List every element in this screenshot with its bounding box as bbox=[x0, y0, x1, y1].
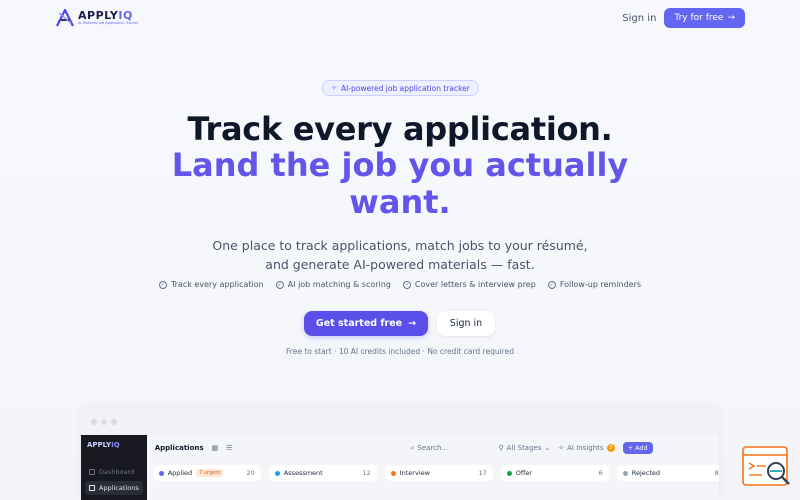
hero-badge: ✧ AI-powered job application tracker bbox=[322, 80, 479, 96]
preview-stages-filter: ⚲ All Stages ⌄ bbox=[498, 444, 551, 452]
preview-ai-insights: ✧ AI Insights 3 bbox=[558, 444, 615, 452]
hero-title-line2: Land the job you actually want. bbox=[171, 146, 629, 221]
feature-item: ✓ Cover letters & interview prep bbox=[402, 280, 536, 289]
kanban-column-interview: Interview 17 bbox=[384, 465, 493, 481]
kanban-column-assessment: Assessment 12 bbox=[268, 465, 377, 481]
window-dot bbox=[111, 418, 117, 425]
urgent-badge: 7 urgent bbox=[196, 469, 224, 477]
preview-main: Applications ▦ ☰ ⌕ Search... ⚲ All Stage… bbox=[146, 435, 719, 500]
status-dot bbox=[274, 470, 280, 476]
status-dot bbox=[506, 470, 512, 476]
kanban-column-offer: Offer 6 bbox=[500, 465, 609, 481]
header-signin-link[interactable]: Sign in bbox=[622, 13, 656, 24]
sparkle-icon: ✧ bbox=[558, 444, 565, 452]
check-circle-icon: ✓ bbox=[402, 280, 411, 289]
status-dot bbox=[622, 470, 628, 476]
preview-add-button: + Add bbox=[622, 442, 653, 454]
check-circle-icon: ✓ bbox=[547, 280, 556, 289]
hero-title-line1: Track every application. bbox=[187, 110, 613, 148]
site-header: APPLYIQ AI-Powered Job Application Track… bbox=[0, 0, 800, 36]
feature-item: ✓ AI job matching & scoring bbox=[275, 280, 391, 289]
chevron-down-icon: ⌄ bbox=[544, 444, 551, 452]
brand-logo[interactable]: APPLYIQ AI-Powered Job Application Track… bbox=[55, 9, 138, 27]
status-dot bbox=[158, 470, 164, 476]
hero-subtitle: One place to track applications, match j… bbox=[212, 238, 588, 272]
check-circle-icon: ✓ bbox=[158, 280, 167, 289]
logo-tagline: AI-Powered Job Application Tracker bbox=[78, 21, 139, 26]
dashboard-icon bbox=[89, 469, 95, 475]
preview-app: APPLYIQ Dashboard Applications Applicati… bbox=[81, 435, 719, 500]
app-preview: APPLYIQ Dashboard Applications Applicati… bbox=[81, 408, 719, 500]
kanban-column-rejected: Rejected 8 bbox=[616, 465, 719, 481]
preview-search: ⌕ Search... bbox=[410, 443, 449, 453]
get-started-button[interactable]: Get started free → bbox=[304, 311, 428, 336]
list-view-icon: ☰ bbox=[226, 444, 233, 452]
window-dot bbox=[101, 418, 107, 425]
check-circle-icon: ✓ bbox=[275, 280, 284, 289]
preview-page-title: Applications bbox=[154, 444, 204, 452]
sidebar-item-dashboard: Dashboard bbox=[85, 465, 143, 479]
arrow-right-icon: → bbox=[408, 318, 417, 329]
arrow-right-icon: → bbox=[727, 13, 735, 23]
preview-topbar: Applications ▦ ☰ ⌕ Search... ⚲ All Stage… bbox=[147, 435, 719, 461]
search-icon: ⌕ bbox=[410, 443, 415, 452]
status-dot bbox=[390, 470, 396, 476]
window-dot bbox=[91, 418, 97, 425]
logo-wordmark: APPLYIQ bbox=[78, 9, 133, 23]
feature-item: ✓ Track every application bbox=[158, 280, 264, 289]
sidebar-item-applications: Applications bbox=[85, 481, 143, 495]
preview-logo: APPLYIQ bbox=[87, 441, 120, 449]
preview-sidebar: APPLYIQ Dashboard Applications bbox=[81, 435, 147, 500]
hero-fineprint: Free to start · 10 AI credits included ·… bbox=[286, 347, 514, 356]
hero-signin-button[interactable]: Sign in bbox=[437, 311, 495, 336]
try-free-button[interactable]: Try for free → bbox=[664, 8, 745, 28]
feature-list: ✓ Track every application ✓ AI job match… bbox=[0, 280, 800, 289]
logo-mark-icon bbox=[56, 9, 74, 27]
applications-icon bbox=[89, 485, 95, 491]
feature-item: ✓ Follow-up reminders bbox=[547, 280, 642, 289]
kanban-column-applied: Applied 7 urgent 20 bbox=[152, 465, 261, 481]
browser-chrome bbox=[81, 408, 719, 435]
filter-icon: ⚲ bbox=[498, 444, 504, 452]
sparkle-icon: ✧ bbox=[331, 84, 337, 92]
grid-view-icon: ▦ bbox=[211, 444, 219, 452]
document-search-icon[interactable] bbox=[742, 445, 792, 490]
kanban-columns: Applied 7 urgent 20 Assessment 12 Interv… bbox=[147, 461, 719, 485]
insights-count-badge: 3 bbox=[606, 444, 615, 452]
